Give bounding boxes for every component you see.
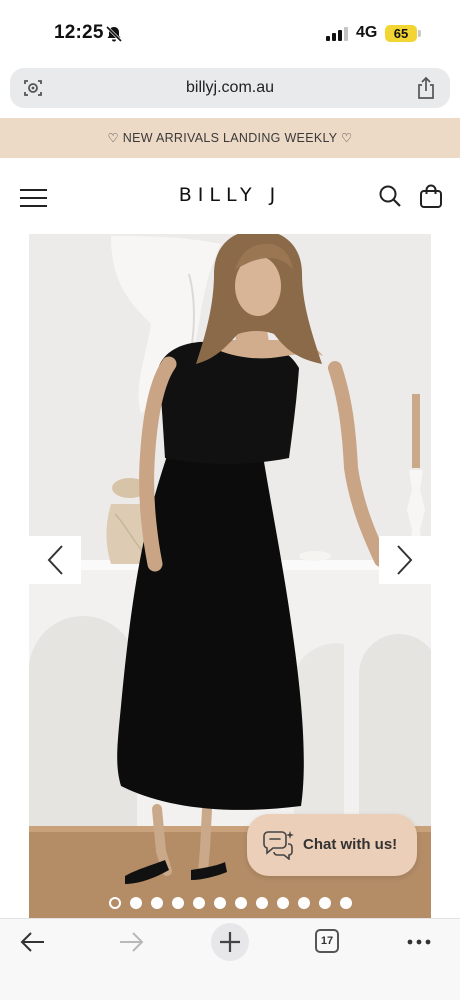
chat-button[interactable]: Chat with us! [247, 814, 417, 876]
battery-tip [418, 30, 421, 37]
carousel-dot[interactable] [339, 897, 352, 909]
carousel-dot[interactable] [129, 897, 142, 909]
announcement-bar: ♡ NEW ARRIVALS LANDING WEEKLY ♡ [0, 118, 460, 158]
bell-off-icon [105, 25, 123, 43]
chat-bubble-icon [263, 831, 294, 860]
address-bar[interactable]: billyj.com.au [10, 68, 450, 108]
tab-switcher-button[interactable]: 17 [315, 929, 339, 953]
carousel-dots [29, 897, 431, 911]
carousel-dot[interactable] [297, 897, 310, 909]
forward-arrow-icon[interactable] [118, 931, 144, 953]
network-type: 4G [356, 24, 378, 41]
plus-icon [220, 932, 240, 952]
prev-image-button[interactable] [29, 536, 81, 584]
url-text[interactable]: billyj.com.au [10, 79, 450, 97]
status-time: 12:25 [54, 22, 104, 43]
carousel-dot[interactable] [171, 897, 184, 909]
announcement-text: ♡ NEW ARRIVALS LANDING WEEKLY ♡ [107, 131, 353, 145]
back-arrow-icon[interactable] [20, 931, 46, 953]
carousel-dot[interactable] [276, 897, 289, 909]
carousel-dot[interactable] [318, 897, 331, 909]
product-image-carousel[interactable]: Chat with us! [29, 234, 431, 918]
carousel-dot[interactable] [234, 897, 247, 909]
chat-label[interactable]: Chat with us! [303, 836, 397, 853]
bag-icon[interactable] [418, 183, 444, 209]
site-header: BILLY J [0, 160, 460, 232]
chevron-left-icon [47, 545, 63, 575]
carousel-dot[interactable] [150, 897, 163, 909]
next-image-button[interactable] [379, 536, 431, 584]
battery-indicator: 65 [385, 25, 417, 42]
more-icon[interactable] [406, 933, 432, 951]
search-icon[interactable] [378, 184, 402, 208]
chevron-right-icon [397, 545, 413, 575]
status-bar: 12:25 4G 65 [0, 0, 460, 66]
new-tab-button[interactable] [211, 923, 249, 961]
signal-icon [326, 27, 348, 41]
share-icon[interactable] [416, 76, 436, 100]
carousel-dot[interactable] [255, 897, 268, 909]
carousel-dot[interactable] [192, 897, 205, 909]
carousel-dot[interactable] [213, 897, 226, 909]
browser-toolbar: 17 [0, 918, 460, 1000]
carousel-dot[interactable] [108, 897, 121, 909]
